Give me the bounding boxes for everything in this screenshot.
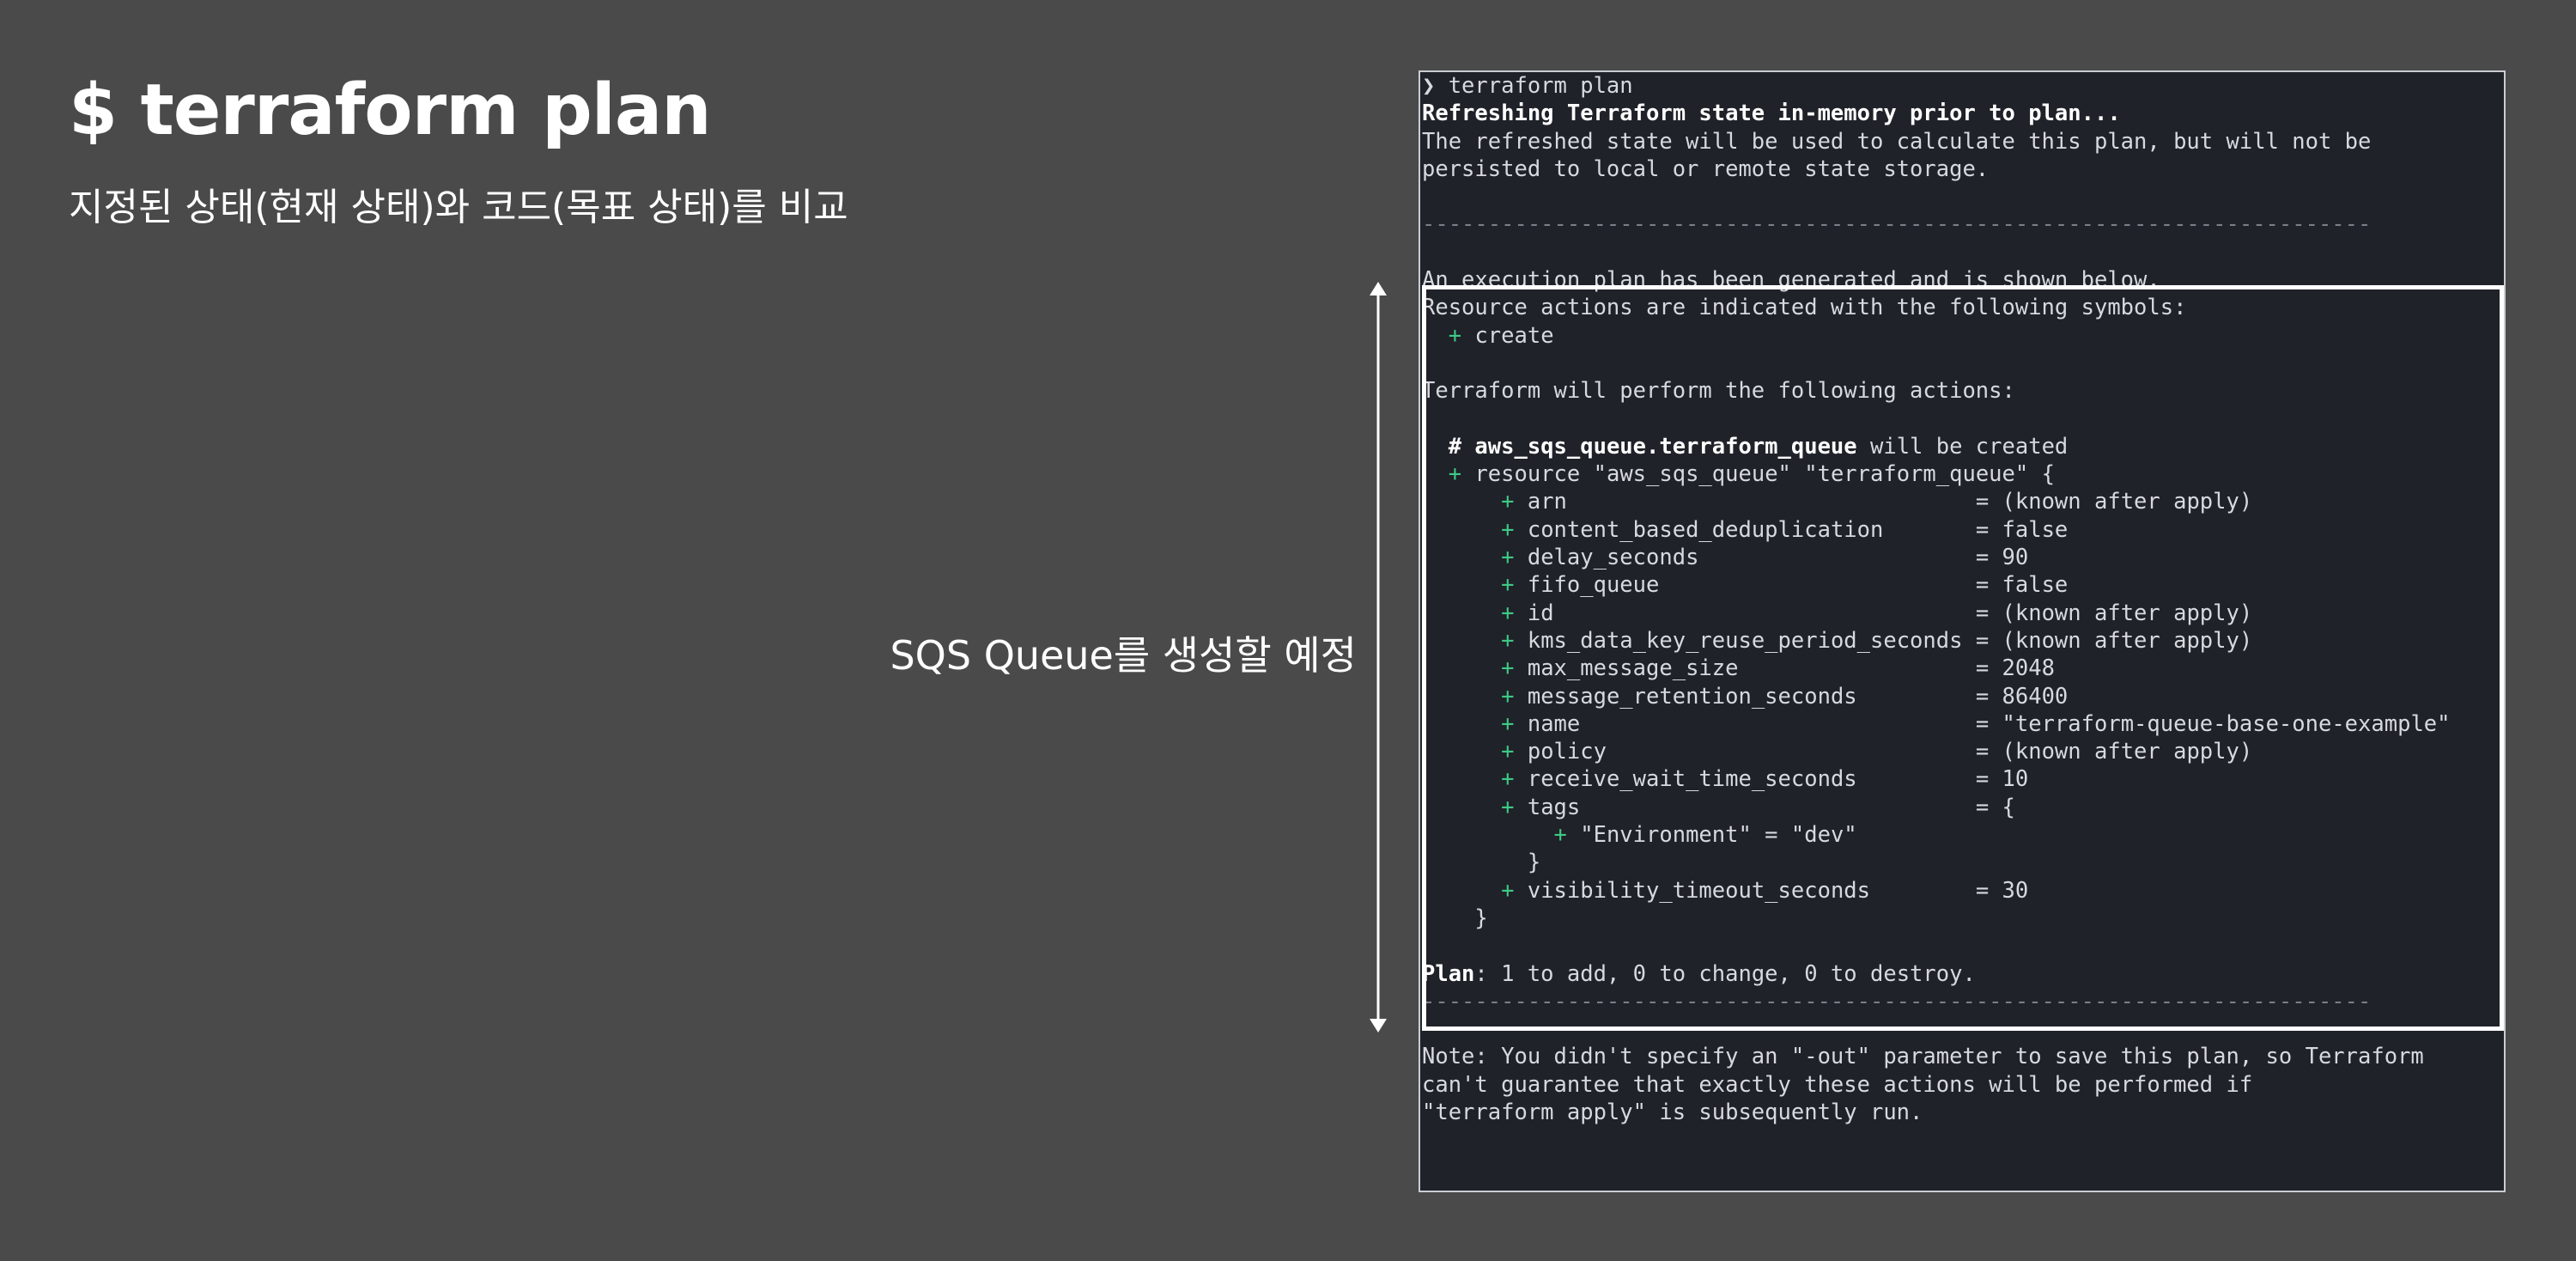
attribute-text: content_based_deduplication = false — [1527, 516, 2069, 543]
attribute-line: + visibility_timeout_seconds = 30 — [1422, 877, 2451, 905]
attribute-line: + arn = (known after apply) — [1422, 488, 2451, 515]
attribute-line: + message_retention_seconds = 86400 — [1422, 683, 2451, 710]
terminal-prompt-line: ❯ terraform plan — [1422, 73, 1633, 99]
attribute-line: + name = "terraform-queue-base-one-examp… — [1422, 710, 2451, 738]
terminal-line: Note: You didn't specify an "-out" param… — [1422, 1044, 2424, 1070]
attribute-text: policy = (known after apply) — [1527, 739, 2253, 765]
plan-summary-line: Plan: 1 to add, 0 to change, 0 to destro… — [1422, 960, 2451, 988]
annotation-label: SQS Queue를 생성할 예정 — [890, 632, 1357, 679]
plus-symbol: + — [1501, 489, 1515, 515]
tags-close: } — [1527, 850, 1541, 876]
resource-comment: # aws_sqs_queue.terraform_queue — [1448, 433, 1857, 460]
attribute-text: fifo_queue = false — [1527, 572, 2069, 599]
tag-entry: "Environment" = "dev" — [1580, 822, 1857, 849]
tag-line: + "Environment" = "dev" — [1422, 821, 2451, 849]
terminal-line: } — [1422, 905, 2451, 932]
terminal-line: + create — [1422, 322, 2451, 350]
plus-symbol: + — [1501, 766, 1515, 793]
terminal-line: ----------------------------------------… — [1422, 210, 2451, 238]
attribute-line: + content_based_deduplication = false — [1422, 516, 2451, 544]
plus-symbol: + — [1448, 461, 1462, 488]
attribute-text: message_retention_seconds = 86400 — [1527, 683, 2069, 710]
resource-close: } — [1474, 905, 1488, 931]
attribute-line: + kms_data_key_reuse_period_seconds = (k… — [1422, 627, 2451, 655]
plus-symbol: + — [1501, 627, 1515, 654]
slide-title: $ terraform plan — [69, 70, 712, 151]
terminal-line: "terraform apply" is subsequently run. — [1422, 1099, 1923, 1125]
terminal-line: + resource "aws_sqs_queue" "terraform_qu… — [1422, 460, 2451, 488]
attribute-text: delay_seconds = 90 — [1527, 545, 2029, 571]
attribute-text: kms_data_key_reuse_period_seconds = (kno… — [1527, 627, 2253, 654]
resource-comment-suffix: will be created — [1856, 433, 2069, 460]
plus-symbol: + — [1553, 822, 1567, 849]
symbol-create-text: create — [1474, 322, 1554, 349]
plus-symbol: + — [1501, 739, 1515, 765]
attribute-text: visibility_timeout_seconds = 30 — [1527, 877, 2029, 904]
terminal-line: Refreshing Terraform state in-memory pri… — [1422, 100, 2451, 127]
attribute-line: + receive_wait_time_seconds = 10 — [1422, 765, 2451, 793]
plus-symbol: + — [1501, 516, 1515, 543]
terminal-line: The refreshed state will be used to calc… — [1422, 128, 2372, 155]
terminal-line: An execution plan has been generated and… — [1422, 267, 2160, 294]
double-arrow-icon — [1370, 282, 1387, 1033]
resource-declaration: resource "aws_sqs_queue" "terraform_queu… — [1474, 461, 2055, 488]
attribute-text: tags = { — [1527, 794, 2015, 820]
terminal-line: Terraform will perform the following act… — [1422, 378, 2015, 405]
attribute-line: + max_message_size = 2048 — [1422, 655, 2451, 682]
slide-subtitle: 지정된 상태(현재 상태)와 코드(목표 상태)를 비교 — [69, 186, 848, 229]
plan-label: Plan — [1422, 960, 1475, 987]
attribute-line: + id = (known after apply) — [1422, 600, 2451, 627]
plus-symbol: + — [1501, 572, 1515, 599]
separator: ----------------------------------------… — [1422, 988, 2372, 1014]
refreshing-text: Refreshing Terraform state in-memory pri… — [1422, 101, 2121, 127]
terminal-output: ❯ terraform plan Refreshing Terraform st… — [1420, 72, 2451, 1126]
terminal-line: # aws_sqs_queue.terraform_queue will be … — [1422, 433, 2451, 460]
plus-symbol: + — [1501, 794, 1515, 820]
plan-summary: : 1 to add, 0 to change, 0 to destroy. — [1474, 960, 1976, 987]
attribute-line: + policy = (known after apply) — [1422, 738, 2451, 765]
plus-symbol: + — [1501, 600, 1515, 626]
terminal-line: Resource actions are indicated with the … — [1422, 295, 2187, 321]
separator: ----------------------------------------… — [1422, 211, 2372, 238]
terminal-line: } — [1422, 849, 2451, 876]
terminal-line: can't guarantee that exactly these actio… — [1422, 1071, 2253, 1098]
attribute-text: receive_wait_time_seconds = 10 — [1527, 766, 2029, 793]
plus-symbol: + — [1501, 877, 1515, 904]
plus-symbol: + — [1501, 655, 1515, 682]
attribute-line: + tags = { — [1422, 794, 2451, 821]
attribute-text: max_message_size = 2048 — [1527, 655, 2055, 682]
attribute-text: name = "terraform-queue-base-one-example… — [1527, 710, 2451, 737]
plus-symbol: + — [1448, 322, 1462, 349]
attribute-text: arn = (known after apply) — [1527, 489, 2253, 515]
attribute-text: id = (known after apply) — [1527, 600, 2253, 626]
terminal-line: persisted to local or remote state stora… — [1422, 155, 1990, 182]
terminal-line: ----------------------------------------… — [1422, 988, 2451, 1015]
attribute-line: + fifo_queue = false — [1422, 571, 2451, 599]
plus-symbol: + — [1501, 710, 1515, 737]
attribute-line: + delay_seconds = 90 — [1422, 544, 2451, 571]
plus-symbol: + — [1501, 683, 1515, 710]
plus-symbol: + — [1501, 545, 1515, 571]
terminal-window: ❯ terraform plan Refreshing Terraform st… — [1419, 70, 2506, 1192]
